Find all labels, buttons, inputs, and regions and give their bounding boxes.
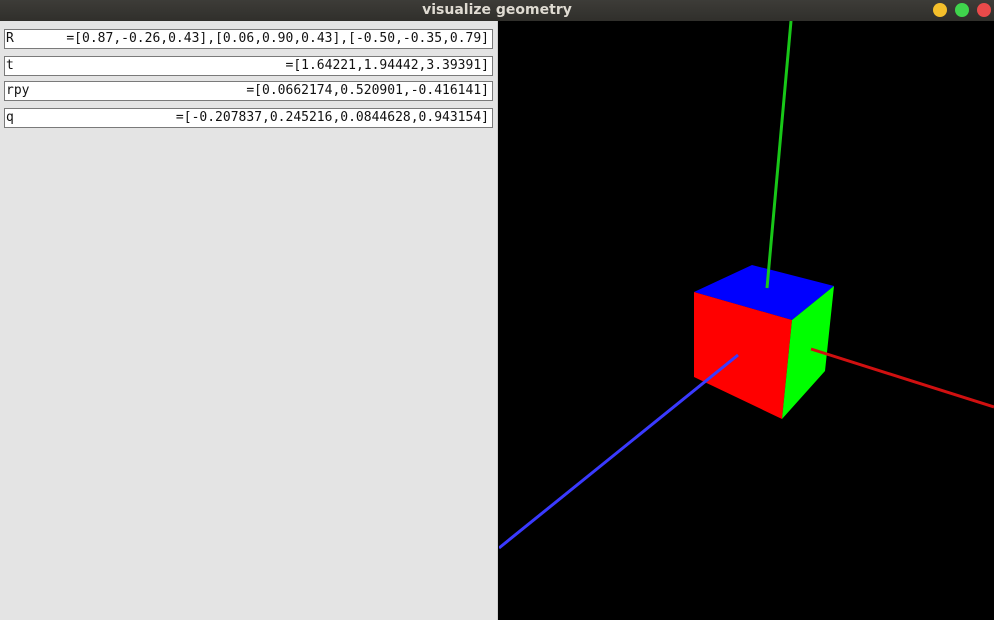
title-bar[interactable]: visualize geometry — [0, 0, 994, 21]
scene-canvas[interactable] — [499, 21, 994, 620]
translation-label: t — [6, 58, 14, 73]
maximize-button[interactable] — [955, 3, 969, 17]
rpy-value: =[0.0662174,0.520901,-0.416141] — [246, 83, 489, 98]
window-title: visualize geometry — [422, 2, 572, 18]
rotation-matrix-value: =[0.87,-0.26,0.43],[0.06,0.90,0.43],[-0.… — [66, 31, 489, 46]
close-button[interactable] — [977, 3, 991, 17]
app-window: visualize geometry R =[0.87,-0.26,0.43],… — [0, 0, 994, 620]
quaternion-label: q — [6, 110, 14, 125]
translation-value: =[1.64221,1.94442,3.39391] — [285, 58, 490, 73]
parameter-panel: R =[0.87,-0.26,0.43],[0.06,0.90,0.43],[-… — [0, 21, 498, 620]
rotation-matrix-label: R — [6, 31, 14, 46]
rpy-field[interactable]: rpy =[0.0662174,0.520901,-0.416141] — [4, 81, 493, 101]
rotation-matrix-field[interactable]: R =[0.87,-0.26,0.43],[0.06,0.90,0.43],[-… — [4, 29, 493, 49]
translation-field[interactable]: t =[1.64221,1.94442,3.39391] — [4, 56, 493, 76]
quaternion-field[interactable]: q =[-0.207837,0.245216,0.0844628,0.94315… — [4, 108, 493, 128]
minimize-button[interactable] — [933, 3, 947, 17]
3d-viewport[interactable] — [499, 21, 994, 620]
quaternion-value: =[-0.207837,0.245216,0.0844628,0.943154] — [175, 110, 489, 125]
x-axis-line — [810, 347, 994, 409]
z-axis-line — [499, 353, 739, 550]
rpy-label: rpy — [6, 83, 30, 98]
y-axis-line — [765, 21, 793, 289]
